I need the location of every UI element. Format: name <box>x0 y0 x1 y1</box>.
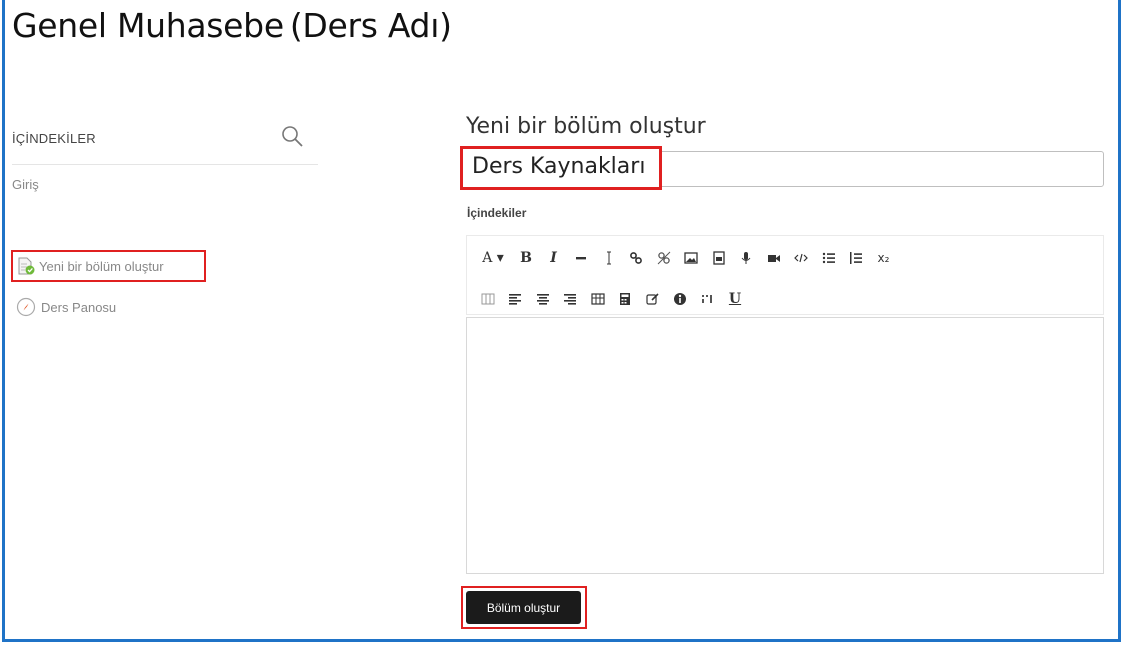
align-center-icon[interactable] <box>530 287 555 311</box>
microphone-icon[interactable] <box>734 246 759 270</box>
toc-header: İÇİNDEKİLER <box>12 120 318 165</box>
course-title: Genel Muhasebe <box>12 6 284 45</box>
unlink-icon[interactable] <box>651 246 676 270</box>
toolbar-row-1: A ▾ B I x₂ <box>475 246 899 270</box>
sidebar-item-new-section[interactable]: Yeni bir bölüm oluştur <box>11 250 206 282</box>
cursor-icon[interactable] <box>596 246 621 270</box>
underline-button[interactable]: U <box>723 287 748 311</box>
page-title: Genel Muhasebe (Ders Adı) <box>12 6 452 45</box>
content-editor[interactable] <box>466 317 1104 574</box>
bold-button[interactable]: B <box>514 246 539 270</box>
editor-toolbar: A ▾ B I x₂ U <box>466 235 1104 315</box>
calculator-icon[interactable] <box>613 287 638 311</box>
sidebar-item-label: Giriş <box>12 177 39 192</box>
toolbar-row-2: U <box>475 287 750 311</box>
course-name-note: (Ders Adı) <box>289 6 452 45</box>
align-left-icon[interactable] <box>503 287 528 311</box>
page-add-icon <box>18 257 35 275</box>
toc-label: İÇİNDEKİLER <box>12 131 96 146</box>
sidebar-item-label: Yeni bir bölüm oluştur <box>39 258 164 274</box>
content-label: İçindekiler <box>467 206 527 220</box>
video-icon[interactable] <box>761 246 786 270</box>
edit-icon[interactable] <box>640 287 665 311</box>
sidebar-item-ders-panosu[interactable]: Ders Panosu <box>16 297 116 317</box>
sidebar-item-label: Ders Panosu <box>41 299 117 315</box>
column-icon[interactable] <box>475 287 500 311</box>
horizontal-rule-button[interactable] <box>569 246 594 270</box>
subscript-button[interactable]: x₂ <box>871 246 896 270</box>
media-icon[interactable] <box>706 246 731 270</box>
search-icon[interactable] <box>280 124 306 150</box>
create-section-button[interactable]: Bölüm oluştur <box>466 591 581 624</box>
italic-button[interactable]: I <box>541 246 566 270</box>
compass-icon <box>16 297 36 317</box>
link-icon[interactable] <box>624 246 649 270</box>
sidebar-item-giris[interactable]: Giriş <box>12 177 39 192</box>
numbered-list-icon[interactable] <box>844 246 869 270</box>
html-icon[interactable] <box>789 246 814 270</box>
form-title: Yeni bir bölüm oluştur <box>466 114 706 139</box>
section-name-value[interactable]: Ders Kaynakları <box>460 146 662 190</box>
special-char-icon[interactable] <box>695 287 720 311</box>
image-icon[interactable] <box>679 246 704 270</box>
align-right-icon[interactable] <box>558 287 583 311</box>
font-size-button[interactable]: A ▾ <box>475 246 511 270</box>
accessibility-icon[interactable] <box>668 287 693 311</box>
bullet-list-icon[interactable] <box>816 246 841 270</box>
table-icon[interactable] <box>585 287 610 311</box>
